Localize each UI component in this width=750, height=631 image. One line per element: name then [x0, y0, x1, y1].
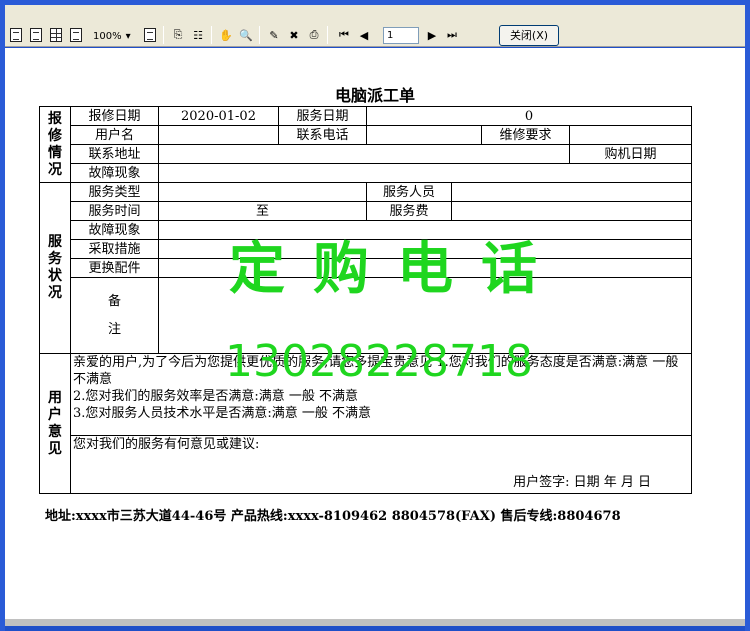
- value-user-name: [158, 125, 279, 145]
- next-page-icon[interactable]: ▶: [423, 26, 441, 44]
- outline-icon[interactable]: [141, 26, 159, 44]
- signature-line: 用户签字: 日期 年 月 日: [513, 475, 652, 490]
- feedback-questions: 亲爱的用户,为了今后为您提供更优质的服务,请您多提宝贵意见 1.您对我们的服务态…: [69, 353, 693, 436]
- value-service-fee: [450, 201, 693, 221]
- form-title: 电脑派工单: [334, 86, 415, 105]
- value-phone: [366, 125, 482, 145]
- remark-char-2: 注: [107, 321, 121, 337]
- label-repair-req: 维修要求: [481, 125, 570, 145]
- toolbar-separator: [211, 26, 212, 44]
- feedback-q3: 3.您对服务人员技术水平是否满意:满意 一般 不满意: [73, 406, 372, 421]
- report-toolbar: 100% ▾ ⎘ ☷ ✋ 🔍 ✎ ✖ ⎙ ⏮ ◀ 1 ▶ ⏭ 关闭(X): [5, 5, 745, 47]
- label-service-person: 服务人员: [366, 182, 452, 202]
- report-page: 电脑派工单 报修情况 报修日期 2020-01-02 服务日期 0 用户名 联系…: [5, 48, 745, 619]
- toolbar-separator: [163, 26, 164, 44]
- new-doc-icon[interactable]: ✎: [265, 26, 283, 44]
- delete-icon[interactable]: ✖: [285, 26, 303, 44]
- value-service-date: 0: [365, 106, 693, 126]
- two-page-icon[interactable]: [27, 26, 45, 44]
- label-fault: 故障现象: [70, 163, 159, 183]
- label-address: 联系地址: [70, 144, 159, 164]
- value-measures: [157, 239, 693, 259]
- toolbar-separator: [327, 26, 328, 44]
- toolbar-separator: [259, 26, 260, 44]
- page-width-icon[interactable]: [67, 26, 85, 44]
- last-page-icon[interactable]: ⏭: [443, 26, 461, 44]
- prev-page-icon[interactable]: ◀: [355, 26, 373, 44]
- section-service: 服务状况: [39, 182, 71, 354]
- zoom-in-icon[interactable]: 🔍: [237, 26, 255, 44]
- chevron-down-icon: ▾: [125, 30, 131, 42]
- hand-icon[interactable]: ✋: [217, 26, 235, 44]
- label-measures: 采取措施: [70, 239, 159, 259]
- single-page-icon[interactable]: [7, 26, 25, 44]
- section-repair: 报修情况: [39, 106, 71, 183]
- label-purchase-date: 购机日期: [568, 144, 693, 164]
- section-feedback: 用户意见: [39, 353, 71, 494]
- value-remark: [157, 277, 693, 354]
- zoom-value: 100%: [93, 30, 122, 42]
- value-service-time: 至: [158, 201, 367, 221]
- export-icon[interactable]: ⎘: [169, 26, 187, 44]
- label-service-date: 服务日期: [278, 106, 367, 126]
- feedback-suggest-label: 您对我们的服务有何意见或建议:: [73, 437, 260, 452]
- window-frame-right: [745, 5, 750, 631]
- multi-page-icon[interactable]: [47, 26, 65, 44]
- work-order-table: 报修情况 报修日期 2020-01-02 服务日期 0 用户名 联系电话 维修要…: [39, 106, 693, 494]
- value-service-person: [450, 182, 693, 202]
- label-service-type: 服务类型: [70, 182, 159, 202]
- first-page-icon[interactable]: ⏮: [335, 26, 353, 44]
- status-bar: [5, 619, 745, 626]
- label-remark: 备 注: [70, 277, 159, 354]
- label-repair-date: 报修日期: [70, 106, 159, 126]
- value-repair-req: [568, 125, 693, 145]
- tree-icon[interactable]: ☷: [189, 26, 207, 44]
- value-address: [158, 144, 570, 164]
- feedback-suggestion: 您对我们的服务有何意见或建议: 用户签字: 日期 年 月 日: [69, 435, 693, 494]
- label-service-fee: 服务费: [366, 201, 452, 221]
- value-fault: [157, 163, 693, 183]
- value-service-type: [158, 182, 367, 202]
- remark-char-1: 备: [107, 293, 121, 309]
- value-repair-date: 2020-01-02: [158, 106, 279, 126]
- value-parts: [157, 258, 693, 278]
- close-button[interactable]: 关闭(X): [499, 25, 559, 46]
- feedback-q2: 2.您对我们的服务效率是否满意:满意 一般 不满意: [73, 389, 359, 404]
- feedback-q1: 亲爱的用户,为了今后为您提供更优质的服务,请您多提宝贵意见 1.您对我们的服务态…: [73, 355, 679, 387]
- label-fault-2: 故障现象: [70, 220, 159, 240]
- footer-contact: 地址:xxxx市三苏大道44-46号 产品热线:xxxx-8109462 880…: [45, 509, 621, 524]
- label-user-name: 用户名: [70, 125, 159, 145]
- print-icon[interactable]: ⎙: [305, 26, 323, 44]
- label-phone: 联系电话: [278, 125, 367, 145]
- label-service-time: 服务时间: [70, 201, 159, 221]
- page-number-input[interactable]: 1: [383, 27, 419, 44]
- value-fault-2: [157, 220, 693, 240]
- label-parts: 更换配件: [70, 258, 159, 278]
- zoom-select[interactable]: 100% ▾: [93, 28, 141, 44]
